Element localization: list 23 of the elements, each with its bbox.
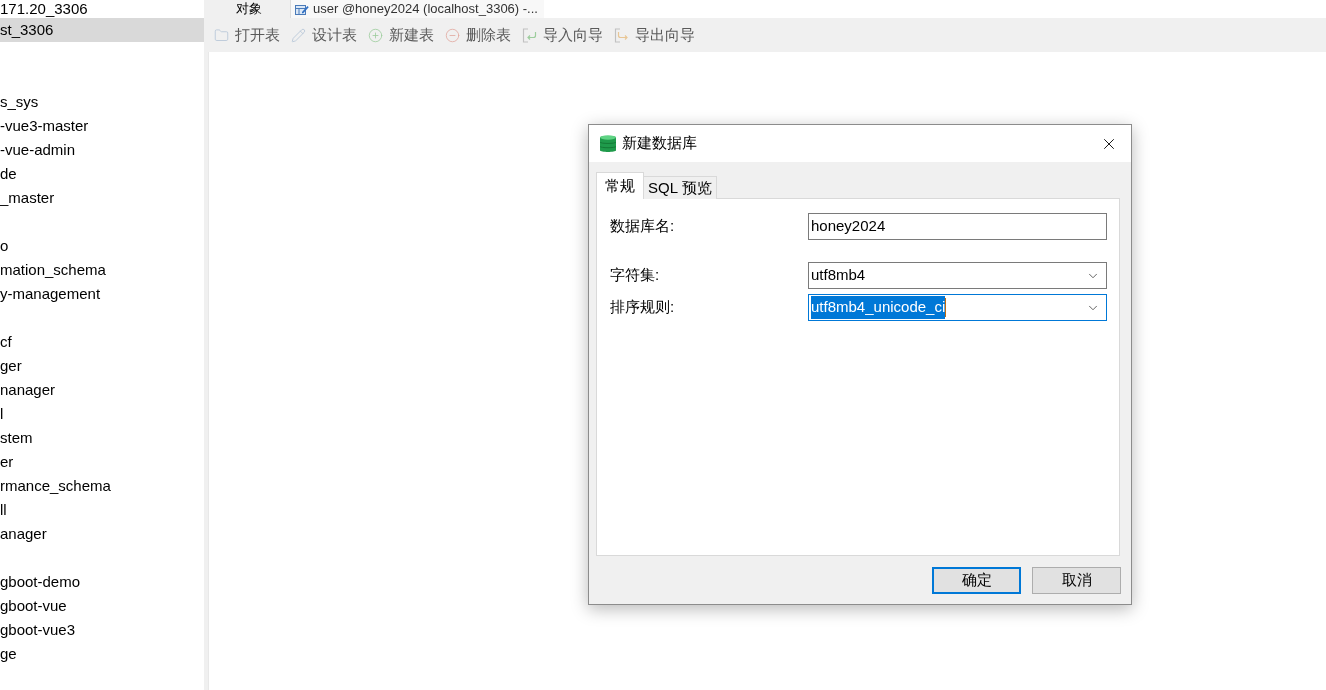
tab[interactable]: user @honey2024 (localhost_3306) -... bbox=[290, 0, 544, 18]
export-icon bbox=[614, 27, 629, 43]
text-cursor-icon bbox=[945, 298, 947, 317]
dialog-title: 新建数据库 bbox=[622, 133, 697, 154]
tab[interactable]: 对象 bbox=[208, 0, 290, 18]
minus-circle-icon bbox=[445, 27, 460, 43]
dialog-button[interactable]: 确定 bbox=[932, 567, 1021, 594]
select-field[interactable]: utf8mb4 bbox=[808, 262, 1107, 289]
folder-icon bbox=[214, 27, 229, 43]
select-field[interactable]: utf8mb4_unicode_ci bbox=[808, 294, 1107, 321]
pencil-icon bbox=[291, 27, 306, 43]
plus-circle-icon bbox=[368, 27, 383, 43]
input-field[interactable]: honey2024 bbox=[808, 213, 1107, 240]
field-label: 字符集: bbox=[610, 265, 661, 286]
tree-item[interactable]: st_3306 bbox=[0, 18, 204, 42]
dialog-tab[interactable]: SQL 预览 bbox=[644, 176, 717, 199]
database-icon bbox=[599, 133, 617, 154]
table-pencil-icon bbox=[295, 2, 309, 16]
field-label: 排序规则: bbox=[610, 297, 676, 318]
import-icon bbox=[522, 27, 537, 43]
dialog-tab[interactable]: 常规 bbox=[596, 172, 644, 199]
dialog-button[interactable]: 取消 bbox=[1032, 567, 1121, 594]
field-label: 数据库名: bbox=[610, 216, 676, 237]
